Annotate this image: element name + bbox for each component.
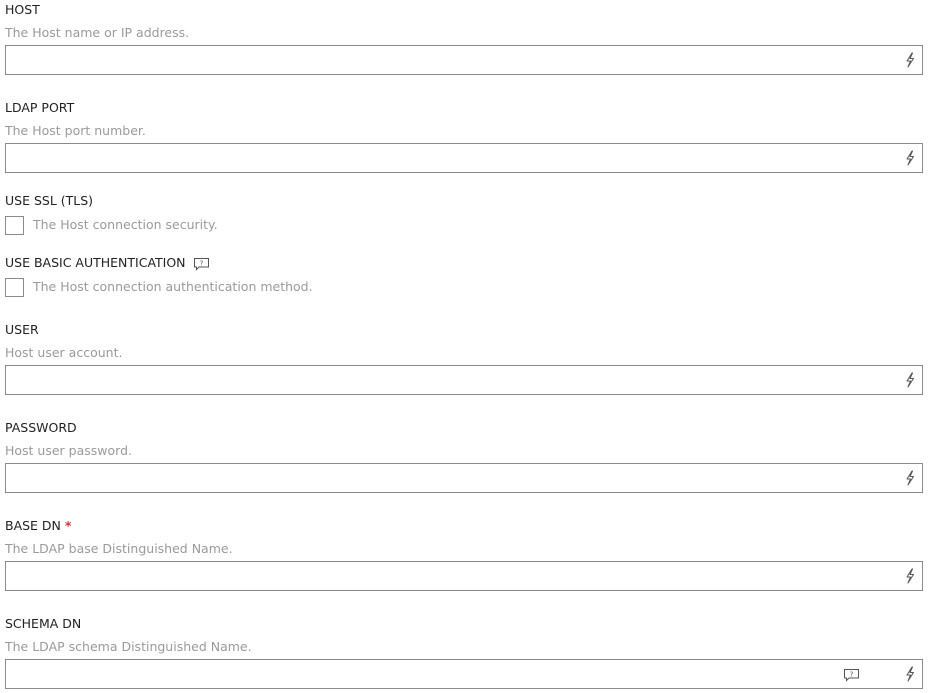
ldap-port-input[interactable] <box>5 143 923 173</box>
use-basic-auth-label: USE BASIC AUTHENTICATION ? <box>5 255 210 271</box>
user-input[interactable] <box>5 365 923 395</box>
lightning-bolt-icon[interactable] <box>904 150 916 166</box>
password-input[interactable] <box>5 463 923 493</box>
required-marker: * <box>64 518 72 533</box>
base-dn-description: The LDAP base Distinguished Name. <box>5 541 233 556</box>
host-label: HOST <box>5 2 40 17</box>
use-basic-auth-checkbox[interactable] <box>5 278 24 297</box>
user-label: USER <box>5 322 39 337</box>
lightning-bolt-icon[interactable] <box>904 52 916 68</box>
password-label: PASSWORD <box>5 420 77 435</box>
host-input[interactable] <box>5 45 923 75</box>
base-dn-input[interactable] <box>5 561 923 591</box>
use-basic-auth-label-text: USE BASIC AUTHENTICATION <box>5 255 186 270</box>
use-basic-auth-description: The Host connection authentication metho… <box>33 279 313 294</box>
schema-dn-input[interactable]: ? <box>5 659 923 689</box>
ldap-port-label: LDAP PORT <box>5 100 75 115</box>
use-ssl-description: The Host connection security. <box>33 217 218 232</box>
host-description: The Host name or IP address. <box>5 25 190 40</box>
lightning-bolt-icon[interactable] <box>904 372 916 388</box>
use-ssl-label: USE SSL (TLS) <box>5 193 94 208</box>
user-description: Host user account. <box>5 345 123 360</box>
base-dn-label: BASE DN * <box>5 518 71 534</box>
svg-text:?: ? <box>850 670 854 678</box>
password-description: Host user password. <box>5 443 132 458</box>
info-bubble-icon[interactable]: ? <box>193 257 210 271</box>
schema-dn-label: SCHEMA DN <box>5 616 82 631</box>
ldap-port-description: The Host port number. <box>5 123 146 138</box>
svg-text:?: ? <box>199 259 203 267</box>
schema-dn-description: The LDAP schema Distinguished Name. <box>5 639 252 654</box>
lightning-bolt-icon[interactable] <box>904 470 916 486</box>
lightning-bolt-icon[interactable] <box>904 666 916 682</box>
info-bubble-icon[interactable]: ? <box>843 668 860 682</box>
lightning-bolt-icon[interactable] <box>904 568 916 584</box>
use-ssl-checkbox[interactable] <box>5 216 24 235</box>
base-dn-label-text: BASE DN <box>5 518 61 533</box>
